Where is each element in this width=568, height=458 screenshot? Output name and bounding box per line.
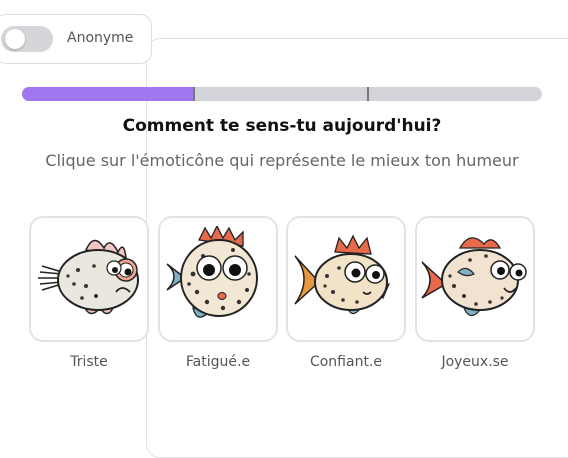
sad-fish-icon bbox=[38, 239, 139, 315]
mood-label-sad: Triste bbox=[70, 354, 108, 370]
anonymous-label: Anonyme bbox=[67, 30, 134, 46]
toggle-knob bbox=[5, 29, 25, 49]
confident-fish-icon bbox=[294, 234, 391, 315]
tired-fish-icon bbox=[166, 226, 258, 318]
progress-fill bbox=[22, 87, 194, 101]
mood-option-happy[interactable] bbox=[415, 216, 535, 342]
mood-label-tired: Fatigué.e bbox=[185, 354, 251, 370]
progress-step-marker bbox=[367, 87, 369, 101]
question-hint: Clique sur l'émoticône qui représente le… bbox=[45, 151, 519, 170]
mood-option-tired[interactable] bbox=[158, 216, 278, 342]
progress-step-marker bbox=[193, 87, 195, 101]
mood-option-confident[interactable] bbox=[286, 216, 406, 342]
question-title: Comment te sens-tu aujourd'hui? bbox=[122, 116, 442, 136]
anonymous-toggle[interactable] bbox=[1, 26, 53, 52]
mood-label-confident: Confiant.e bbox=[309, 354, 383, 370]
happy-fish-icon bbox=[421, 237, 527, 317]
anonymous-toggle-card: Anonyme bbox=[0, 14, 152, 64]
progress-bar bbox=[22, 87, 542, 101]
mood-label-happy: Joyeux.se bbox=[441, 354, 509, 370]
mood-option-sad[interactable] bbox=[29, 216, 149, 342]
